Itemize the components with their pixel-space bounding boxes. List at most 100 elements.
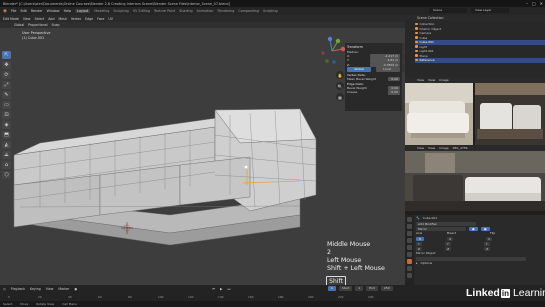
workspace-tab-sculpting[interactable]: Sculpting xyxy=(113,9,128,13)
world-tab-icon[interactable] xyxy=(407,245,412,250)
view-layer-selector[interactable]: View Layer xyxy=(471,8,509,13)
proportional-editing[interactable]: Proportional xyxy=(28,23,47,27)
viewport-menu-mesh[interactable]: Mesh xyxy=(58,17,66,21)
mode-selector[interactable]: Edit Mode xyxy=(3,17,19,21)
workspace-tab-scripting[interactable]: Scripting xyxy=(263,9,278,13)
record-icon[interactable]: ● xyxy=(74,287,77,291)
flip-y-checkbox[interactable]: Y xyxy=(483,241,490,246)
viewport-menu-edge[interactable]: Edge xyxy=(85,17,93,21)
data-tab-icon[interactable] xyxy=(407,266,412,271)
menu-window[interactable]: Window xyxy=(47,9,60,13)
viewport-menu-vertex[interactable]: Vertex xyxy=(71,17,81,21)
image-editor2-menu-view[interactable]: View xyxy=(417,146,424,150)
local-toggle[interactable]: Local xyxy=(376,67,400,72)
axis-y-checkbox[interactable]: Y xyxy=(416,241,422,246)
viewport-menu-uv[interactable]: UV xyxy=(108,17,113,21)
knife-tool-icon[interactable]: ◭ xyxy=(2,141,11,149)
smooth-tool-icon[interactable]: ⬡ xyxy=(2,171,11,179)
timeline-menu-view[interactable]: View xyxy=(46,287,54,291)
tool-tab-icon[interactable] xyxy=(407,217,412,222)
blender-logo-icon[interactable]: ◉ xyxy=(3,9,7,14)
global-toggle[interactable]: Global xyxy=(347,67,371,72)
zoom-view-icon[interactable]: 🔍 xyxy=(336,82,344,90)
maximize-button[interactable]: □ xyxy=(532,1,536,6)
poly-build-tool-icon[interactable]: ⟁ xyxy=(2,151,11,159)
navigation-gizmo-icon[interactable] xyxy=(316,35,348,67)
workspace-tab-texture-paint[interactable]: Texture Paint xyxy=(154,9,175,13)
options-label[interactable]: Options xyxy=(421,261,433,266)
camera-view-icon[interactable]: ▦ xyxy=(336,93,344,101)
snap-toggle[interactable]: Snap xyxy=(51,23,59,27)
workspace-tab-compositing[interactable]: Compositing xyxy=(238,9,259,13)
workspace-tab-uv-editing[interactable]: UV Editing xyxy=(133,9,150,13)
transform-orientation[interactable]: Global xyxy=(14,23,24,27)
bisect-z-checkbox[interactable]: Z xyxy=(445,246,452,251)
workspace-tab-layout[interactable]: Layout xyxy=(75,9,91,13)
timeline-editor-icon[interactable]: ◷ xyxy=(3,287,6,291)
3d-viewport[interactable]: Edit Mode View Select Add Mesh Vertex Ed… xyxy=(0,15,405,285)
pan-view-icon[interactable]: ✋ xyxy=(336,71,344,79)
workspace-tab-shading[interactable]: Shading xyxy=(179,9,192,13)
object-tab-icon[interactable] xyxy=(407,252,412,257)
flip-x-checkbox[interactable]: X xyxy=(486,236,493,241)
image-editor2-menu-image[interactable]: Image xyxy=(439,146,448,150)
outliner-item-selected[interactable]: Reference xyxy=(415,58,545,63)
menu-edit[interactable]: Edit xyxy=(20,9,26,13)
image-editor-menu-image[interactable]: Image xyxy=(439,78,448,82)
inset-tool-icon[interactable]: ⊡ xyxy=(2,111,11,119)
annotate-tool-icon[interactable]: ✎ xyxy=(2,91,11,99)
viewport-menu-select[interactable]: Select xyxy=(34,17,44,21)
play-icon[interactable]: ▶ xyxy=(220,287,222,291)
scale-tool-icon[interactable]: ⤢ xyxy=(2,81,11,89)
image-editor-menu-view-2[interactable]: View xyxy=(428,78,435,82)
workspace-tab-animation[interactable]: Animation xyxy=(197,9,214,13)
modifier-toggle-2[interactable]: ▣ xyxy=(480,226,490,231)
mean-bevel-field[interactable]: 0.00 xyxy=(388,76,400,81)
timeline-menu-keying[interactable]: Keying xyxy=(30,287,41,291)
material-tab-icon[interactable] xyxy=(407,273,412,278)
bisect-x-checkbox[interactable]: X xyxy=(447,236,454,241)
output-tab-icon[interactable] xyxy=(407,231,412,236)
viewport-menu-add[interactable]: Add xyxy=(48,17,54,21)
menu-file[interactable]: File xyxy=(11,9,17,13)
rotate-tool-icon[interactable]: ⟳ xyxy=(2,71,11,79)
bisect-y-checkbox[interactable]: Y xyxy=(444,241,451,246)
select-box-tool-icon[interactable]: ⇱ xyxy=(2,51,11,59)
loop-cut-tool-icon[interactable]: ⬒ xyxy=(2,131,11,139)
extrude-tool-icon[interactable]: ▭ xyxy=(2,101,11,109)
timeline-ruler[interactable]: 0 20 40 60 80 100 120 140 160 180 200 22… xyxy=(0,295,405,300)
scene-tab-icon[interactable] xyxy=(407,238,412,243)
scene-selector[interactable]: Scene xyxy=(429,8,467,13)
spin-tool-icon[interactable]: ⌂ xyxy=(2,161,11,169)
image-name-field[interactable]: IMG_4756 xyxy=(453,146,468,150)
axis-z-checkbox[interactable]: Z xyxy=(416,246,423,251)
timeline-menu-playback[interactable]: Playback xyxy=(11,287,25,291)
flip-z-checkbox[interactable]: Z xyxy=(484,246,491,251)
viewport-menu-face[interactable]: Face xyxy=(97,17,104,21)
menu-help[interactable]: Help xyxy=(64,9,72,13)
scene-collection-label[interactable]: Scene Collection xyxy=(417,16,444,20)
mirror-modifier-name-field[interactable]: Mirror xyxy=(416,226,466,231)
options-chevron-icon[interactable]: ▸ xyxy=(416,261,418,266)
crease-field[interactable]: 0.00 xyxy=(388,90,400,95)
minimize-button[interactable]: – xyxy=(526,1,528,6)
menu-render[interactable]: Render xyxy=(31,9,43,13)
image-editor-menu-view[interactable]: View xyxy=(417,78,424,82)
end-frame-field[interactable]: 250 xyxy=(380,286,393,291)
modifier-tab-icon[interactable] xyxy=(407,259,412,264)
mirror-object-field[interactable] xyxy=(416,256,526,261)
jump-end-icon[interactable]: ⏭ xyxy=(227,287,230,291)
close-button[interactable]: ✕ xyxy=(540,1,543,6)
viewport-menu-view[interactable]: View xyxy=(23,17,31,21)
add-modifier-dropdown[interactable]: Add Modifier xyxy=(416,221,476,226)
modifier-toggle[interactable]: ▣ xyxy=(469,226,478,231)
workspace-tab-rendering[interactable]: Rendering xyxy=(217,9,234,13)
transform-header[interactable]: Transform xyxy=(347,45,400,49)
move-tool-icon[interactable]: ✥ xyxy=(2,61,11,69)
start-frame-field[interactable]: 1 xyxy=(355,286,364,291)
axis-x-checkbox[interactable]: X xyxy=(416,236,425,241)
jump-start-icon[interactable]: ⏮ xyxy=(212,287,215,291)
timeline-menu-marker[interactable]: Marker xyxy=(58,287,69,291)
render-tab-icon[interactable] xyxy=(407,224,412,229)
current-frame-field[interactable]: 1 xyxy=(328,286,336,291)
